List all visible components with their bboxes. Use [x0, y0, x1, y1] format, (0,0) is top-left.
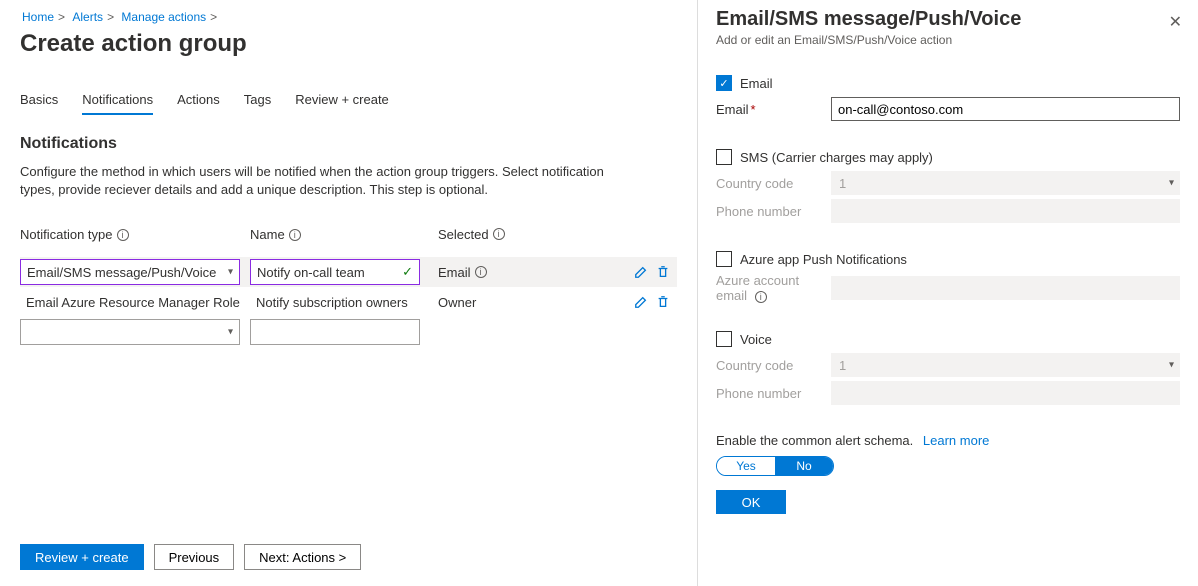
sms-phone-input[interactable] [831, 199, 1180, 223]
info-icon[interactable] [493, 228, 505, 240]
table-row-empty: ▾ [20, 317, 677, 347]
notification-type-select[interactable]: Email/SMS message/Push/Voice ▾ [20, 259, 240, 285]
push-group: Azure app Push Notifications Azure accou… [716, 251, 1180, 303]
schema-text: Enable the common alert schema. [716, 433, 913, 448]
chevron-down-icon: ▾ [1169, 178, 1174, 189]
breadcrumb-home[interactable]: Home [22, 10, 54, 24]
notification-name-input-empty[interactable] [250, 319, 420, 345]
footer-buttons: Review + create Previous Next: Actions > [20, 544, 361, 570]
tab-basics[interactable]: Basics [20, 86, 58, 115]
grid-header: Notification type Name Selected [20, 219, 677, 249]
main-content: Home> Alerts> Manage actions> Create act… [0, 0, 697, 586]
notification-name-input[interactable]: Notify on-call team ✓ [250, 259, 420, 285]
delete-icon[interactable] [655, 294, 671, 310]
table-row: Email Azure Resource Manager Role Notify… [20, 287, 677, 317]
push-email-label: Azure account email [716, 273, 831, 303]
voice-country-code-select[interactable]: 1▾ [831, 353, 1180, 377]
table-row: Email/SMS message/Push/Voice ▾ Notify on… [20, 257, 677, 287]
section-description: Configure the method in which users will… [20, 163, 640, 199]
sms-checkbox[interactable] [716, 149, 732, 165]
push-checkbox[interactable] [716, 251, 732, 267]
col-type-label: Notification type [20, 227, 113, 242]
chevron-down-icon: ▾ [228, 327, 233, 338]
select-value: Email/SMS message/Push/Voice [27, 265, 216, 280]
side-panel: ✕ Email/SMS message/Push/Voice Add or ed… [697, 0, 1198, 586]
tab-review-create[interactable]: Review + create [295, 86, 389, 115]
voice-checkbox[interactable] [716, 331, 732, 347]
sms-country-code-select[interactable]: 1▾ [831, 171, 1180, 195]
page-title: Create action group [20, 30, 677, 58]
input-value: Notify on-call team [257, 265, 365, 280]
tab-tags[interactable]: Tags [244, 86, 271, 115]
chevron-down-icon: ▾ [1169, 360, 1174, 371]
panel-subtitle: Add or edit an Email/SMS/Push/Voice acti… [716, 33, 1180, 47]
email-field-label: Email* [716, 102, 831, 117]
next-button[interactable]: Next: Actions > [244, 544, 361, 570]
schema-row: Enable the common alert schema. Learn mo… [716, 433, 1180, 448]
voice-country-code-label: Country code [716, 358, 831, 373]
sms-group: SMS (Carrier charges may apply) Country … [716, 149, 1180, 223]
chevron-down-icon: ▾ [228, 267, 233, 278]
previous-button[interactable]: Previous [154, 544, 235, 570]
push-email-input[interactable] [831, 276, 1180, 300]
email-checkbox[interactable] [716, 75, 732, 91]
info-icon[interactable] [289, 229, 301, 241]
close-icon[interactable]: ✕ [1169, 12, 1182, 32]
tab-notifications[interactable]: Notifications [82, 86, 153, 115]
col-name-label: Name [250, 227, 285, 242]
edit-icon[interactable] [633, 264, 649, 280]
sms-phone-label: Phone number [716, 204, 831, 219]
tab-actions[interactable]: Actions [177, 86, 220, 115]
voice-phone-label: Phone number [716, 386, 831, 401]
selected-value: Email [438, 265, 471, 280]
check-icon: ✓ [402, 264, 413, 280]
name-value: Notify subscription owners [250, 295, 408, 310]
toggle-no: No [775, 457, 833, 475]
learn-more-link[interactable]: Learn more [923, 433, 989, 448]
panel-title: Email/SMS message/Push/Voice [716, 8, 1180, 31]
info-icon[interactable] [475, 266, 487, 278]
review-create-button[interactable]: Review + create [20, 544, 144, 570]
selected-value: Owner [438, 295, 476, 310]
notification-type-select-empty[interactable]: ▾ [20, 319, 240, 345]
breadcrumb-manage-actions[interactable]: Manage actions [121, 10, 206, 24]
delete-icon[interactable] [655, 264, 671, 280]
voice-group: Voice Country code 1▾ Phone number [716, 331, 1180, 405]
breadcrumb-alerts[interactable]: Alerts [72, 10, 103, 24]
voice-checkbox-label: Voice [740, 332, 772, 347]
tabs: Basics Notifications Actions Tags Review… [20, 86, 677, 115]
section-heading: Notifications [20, 135, 677, 153]
ok-button[interactable]: OK [716, 490, 786, 514]
type-value: Email Azure Resource Manager Role [20, 295, 240, 310]
breadcrumb: Home> Alerts> Manage actions> [20, 10, 677, 24]
col-selected-label: Selected [438, 227, 489, 242]
edit-icon[interactable] [633, 294, 649, 310]
info-icon[interactable] [755, 291, 767, 303]
sms-country-code-label: Country code [716, 176, 831, 191]
voice-phone-input[interactable] [831, 381, 1180, 405]
email-group: Email Email* [716, 75, 1180, 121]
email-checkbox-label: Email [740, 76, 773, 91]
info-icon[interactable] [117, 229, 129, 241]
notifications-grid: Notification type Name Selected Email/SM… [20, 219, 677, 347]
schema-toggle[interactable]: Yes No [716, 456, 834, 476]
sms-checkbox-label: SMS (Carrier charges may apply) [740, 150, 933, 165]
toggle-yes: Yes [717, 457, 775, 475]
push-checkbox-label: Azure app Push Notifications [740, 252, 907, 267]
email-input[interactable] [831, 97, 1180, 121]
